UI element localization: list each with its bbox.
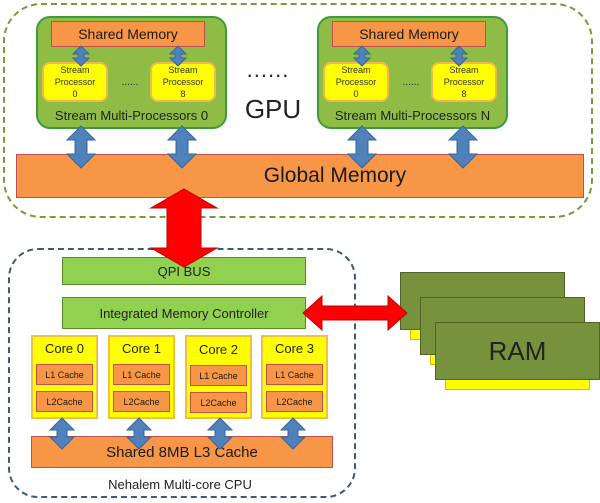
- sp-line2: Processor: [335, 77, 377, 87]
- sp-line1: Stream: [449, 65, 479, 75]
- sm0-title: Stream Multi-Processors 0: [54, 107, 209, 123]
- sp-line1: Stream: [341, 65, 371, 75]
- sp-line2: Processor: [162, 77, 204, 87]
- smn-title: Stream Multi-Processors N: [334, 107, 491, 123]
- sp-ellipsis-sm0: ......: [121, 76, 139, 88]
- shared-l3-cache: Shared 8MB L3 Cache: [31, 436, 333, 468]
- cpu-label: Nehalem Multi-core CPU: [108, 476, 252, 492]
- ram-module-3: RAM: [435, 322, 600, 380]
- core-1-l1-cache: L1 Cache: [113, 364, 170, 385]
- core-0-l1-cache: L1 Cache: [36, 364, 93, 385]
- stream-processor-sm0-0: Stream Processor 0: [42, 62, 108, 102]
- sp-line2: Processor: [443, 77, 485, 87]
- core-2-label: Core 2: [198, 341, 239, 357]
- core-3-label: Core 3: [274, 340, 315, 356]
- sp-line1: Stream: [168, 65, 198, 75]
- core-2-l2-cache: L2Cache: [190, 392, 247, 413]
- core-0-l2-cache: L2Cache: [36, 391, 93, 412]
- core-1-l2-cache: L2Cache: [113, 391, 170, 412]
- sp-line3: 8: [461, 89, 467, 99]
- sp-ellipsis-smn: ......: [402, 76, 420, 88]
- core-1-label: Core 1: [121, 340, 162, 356]
- sp-line3: 0: [72, 89, 78, 99]
- sp-line3: 0: [353, 89, 359, 99]
- core-0-label: Core 0: [44, 340, 85, 356]
- shared-memory-smn: Shared Memory: [332, 21, 486, 47]
- core-3-l1-cache: L1 Cache: [266, 364, 323, 385]
- stream-processor-sm0-8: Stream Processor 8: [150, 62, 216, 102]
- global-memory: Global Memory: [16, 154, 584, 198]
- gpu-label: GPU: [244, 93, 302, 124]
- core-2-l1-cache: L1 Cache: [190, 365, 247, 386]
- qpi-bus: QPI BUS: [62, 257, 306, 285]
- sp-line3: 8: [180, 89, 186, 99]
- ram-label: RAM: [488, 335, 547, 366]
- integrated-memory-controller: Integrated Memory Controller: [62, 297, 306, 329]
- shared-memory-sm0: Shared Memory: [51, 21, 205, 47]
- stream-processor-smn-8: Stream Processor 8: [431, 62, 497, 102]
- sp-line1: Stream: [60, 65, 90, 75]
- core-3-l2-cache: L2Cache: [266, 391, 323, 412]
- sp-line2: Processor: [54, 77, 96, 87]
- sm-ellipsis: ......: [246, 57, 290, 82]
- stream-processor-smn-0: Stream Processor 0: [323, 62, 389, 102]
